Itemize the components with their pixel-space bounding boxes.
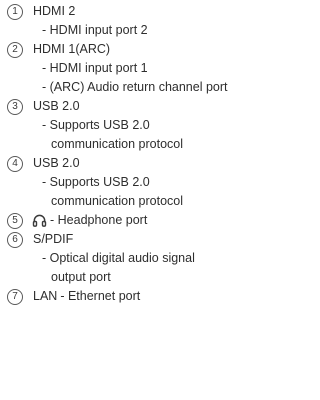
number-badge: 5 <box>7 212 23 229</box>
port-description: - Supports USB 2.0 <box>42 175 150 189</box>
port-description: - (ARC) Audio return channel port <box>42 80 228 94</box>
port-title: LAN <box>33 289 58 303</box>
port-description: communication protocol <box>51 137 184 151</box>
port-description: communication protocol <box>51 194 184 208</box>
port-description: - Optical digital audio signal <box>42 251 195 265</box>
port-item-lan: 7 LAN - Ethernet port <box>7 287 275 306</box>
port-title: HDMI 1(ARC) <box>33 42 111 56</box>
number-badge: 6 <box>7 231 23 248</box>
port-item-headphone: 5 - Headphone port <box>7 211 275 230</box>
port-item-spdif: 6 S/PDIF - Optical digital audio signal … <box>7 230 275 287</box>
port-item-usb-a: 3 USB 2.0 - Supports USB 2.0 communicati… <box>7 97 275 154</box>
port-title: USB 2.0 <box>33 99 80 113</box>
port-title: S/PDIF <box>33 232 74 246</box>
number-badge: 7 <box>7 288 23 305</box>
number-badge: 4 <box>7 155 23 172</box>
port-item-hdmi2: 1 HDMI 2 - HDMI input port 2 <box>7 2 275 40</box>
number-badge: 2 <box>7 41 23 58</box>
port-item-hdmi1-arc: 2 HDMI 1(ARC) - HDMI input port 1 - (ARC… <box>7 40 275 97</box>
port-description: - HDMI input port 2 <box>42 23 148 37</box>
number-badge: 1 <box>7 3 23 20</box>
headphone-icon <box>32 214 47 227</box>
number-badge: 3 <box>7 98 23 115</box>
port-list: 1 HDMI 2 - HDMI input port 2 2 HDMI 1(AR… <box>7 2 275 306</box>
port-item-usb-b: 4 USB 2.0 - Supports USB 2.0 communicati… <box>7 154 275 211</box>
port-description: output port <box>51 270 111 284</box>
port-description: - Headphone port <box>50 213 148 227</box>
port-description: - HDMI input port 1 <box>42 61 148 75</box>
port-description: - Ethernet port <box>60 289 141 303</box>
port-description: - Supports USB 2.0 <box>42 118 150 132</box>
port-title: HDMI 2 <box>33 4 76 18</box>
port-title: USB 2.0 <box>33 156 80 170</box>
